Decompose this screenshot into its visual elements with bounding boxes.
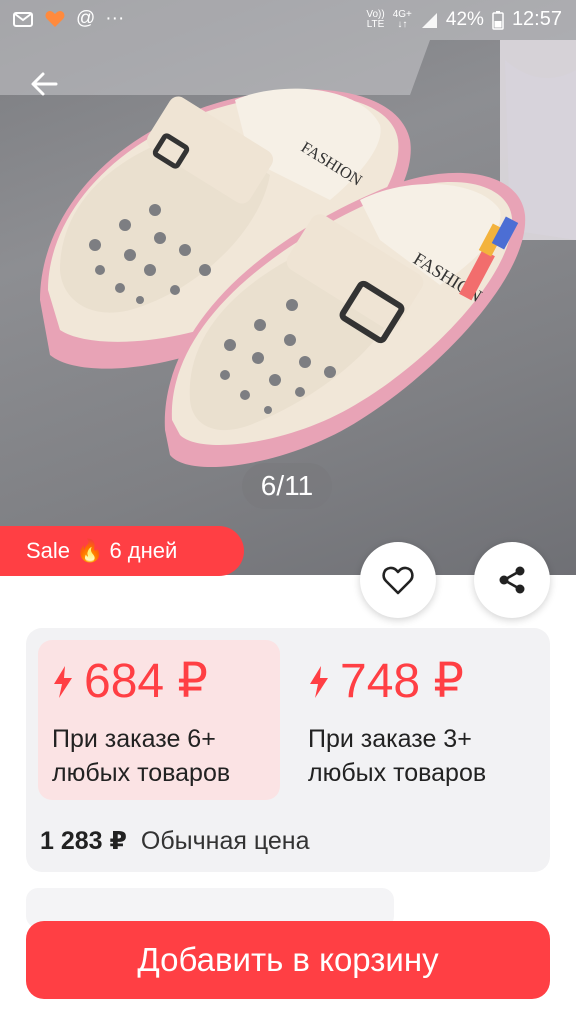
battery-icon: [492, 10, 504, 30]
status-bar: @ ··· Vo)) LTE 4G+ ↓↑ 42% 12:57: [0, 0, 576, 40]
lightning-icon: [310, 666, 328, 698]
tier-condition: При заказе 6+ любых товаров: [52, 725, 231, 787]
favorite-button[interactable]: [360, 542, 436, 618]
heart-icon: [382, 566, 414, 595]
sale-duration: 6 дней: [109, 538, 178, 563]
sale-badge: Sale 🔥 6 дней: [0, 526, 244, 576]
tier-price: 684 ₽: [84, 655, 208, 708]
mail-icon: [13, 12, 33, 27]
tier-price: 748 ₽: [340, 655, 464, 708]
volte-indicator: Vo)) LTE: [366, 8, 385, 30]
fire-icon: 🔥: [76, 538, 104, 563]
lightning-icon: [54, 666, 72, 698]
price-tier-3plus[interactable]: 748 ₽ При заказе 3+ любых товаров: [294, 640, 540, 800]
system-indicators: Vo)) LTE 4G+ ↓↑ 42% 12:57: [366, 8, 562, 31]
signal-icon: [421, 12, 437, 28]
regular-price-label: Обычная цена: [140, 827, 310, 855]
more-notifications-icon: ···: [105, 8, 125, 29]
clock: 12:57: [511, 8, 562, 30]
share-button[interactable]: [474, 542, 550, 618]
add-to-cart-button[interactable]: Добавить в корзину: [26, 921, 550, 999]
image-counter: 6/11: [242, 463, 332, 509]
price-card: 684 ₽ При заказе 6+ любых товаров 748 ₽ …: [26, 628, 550, 872]
back-button[interactable]: [26, 66, 62, 102]
battery-percent: 42%: [445, 8, 484, 30]
regular-price: 1 283 ₽: [40, 827, 127, 855]
price-tier-6plus[interactable]: 684 ₽ При заказе 6+ любых товаров: [38, 640, 280, 800]
heart-app-icon: [45, 11, 65, 27]
share-icon: [499, 566, 525, 594]
arrow-left-icon: [31, 72, 58, 96]
regular-price-row: 1 283 ₽ Обычная цена: [40, 826, 310, 856]
network-type-indicator: 4G+ ↓↑: [392, 8, 412, 30]
sale-label: Sale: [26, 538, 71, 563]
notification-icons: @ ···: [12, 8, 124, 30]
at-icon: @: [76, 8, 96, 29]
tier-condition: При заказе 3+ любых товаров: [308, 725, 487, 787]
